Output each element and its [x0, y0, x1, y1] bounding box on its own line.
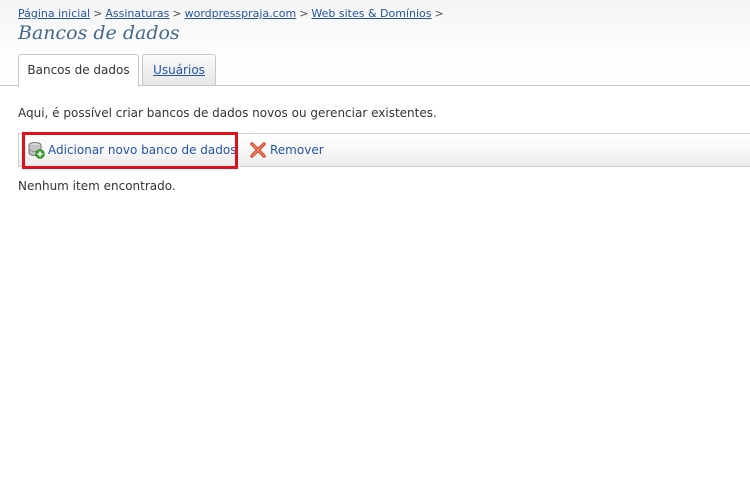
remove-label: Remover	[270, 143, 324, 157]
remove-x-icon	[249, 141, 267, 159]
database-add-icon	[27, 141, 45, 159]
tab-bar: Bancos de dados Usuários	[0, 54, 750, 87]
breadcrumb-separator: >	[93, 7, 103, 20]
page-description: Aqui, é possível criar bancos de dados n…	[18, 106, 437, 120]
page-title: Bancos de dados	[18, 22, 180, 44]
breadcrumb-link-subscriptions[interactable]: Assinaturas	[105, 7, 169, 20]
add-database-button[interactable]: Adicionar novo banco de dados	[27, 134, 236, 166]
breadcrumb-separator: >	[299, 7, 309, 20]
remove-button[interactable]: Remover	[249, 134, 324, 166]
add-database-label: Adicionar novo banco de dados	[48, 143, 237, 157]
tab-users[interactable]: Usuários	[142, 54, 216, 86]
breadcrumb-separator: >	[434, 7, 444, 20]
page-header: Página inicial > Assinaturas > wordpresspraj…	[0, 0, 750, 87]
tab-databases[interactable]: Bancos de dados	[18, 54, 139, 87]
toolbar: Adicionar novo banco de dados Remover	[18, 133, 750, 167]
breadcrumb-link-domain[interactable]: wordpresspraja.com	[185, 7, 297, 20]
empty-list-message: Nenhum item encontrado.	[18, 179, 176, 193]
breadcrumb: Página inicial > Assinaturas > wordpresspraj…	[18, 7, 447, 20]
breadcrumb-link-websites-domains[interactable]: Web sites & Domínios	[311, 7, 431, 20]
breadcrumb-separator: >	[172, 7, 182, 20]
breadcrumb-link-home[interactable]: Página inicial	[18, 7, 90, 20]
